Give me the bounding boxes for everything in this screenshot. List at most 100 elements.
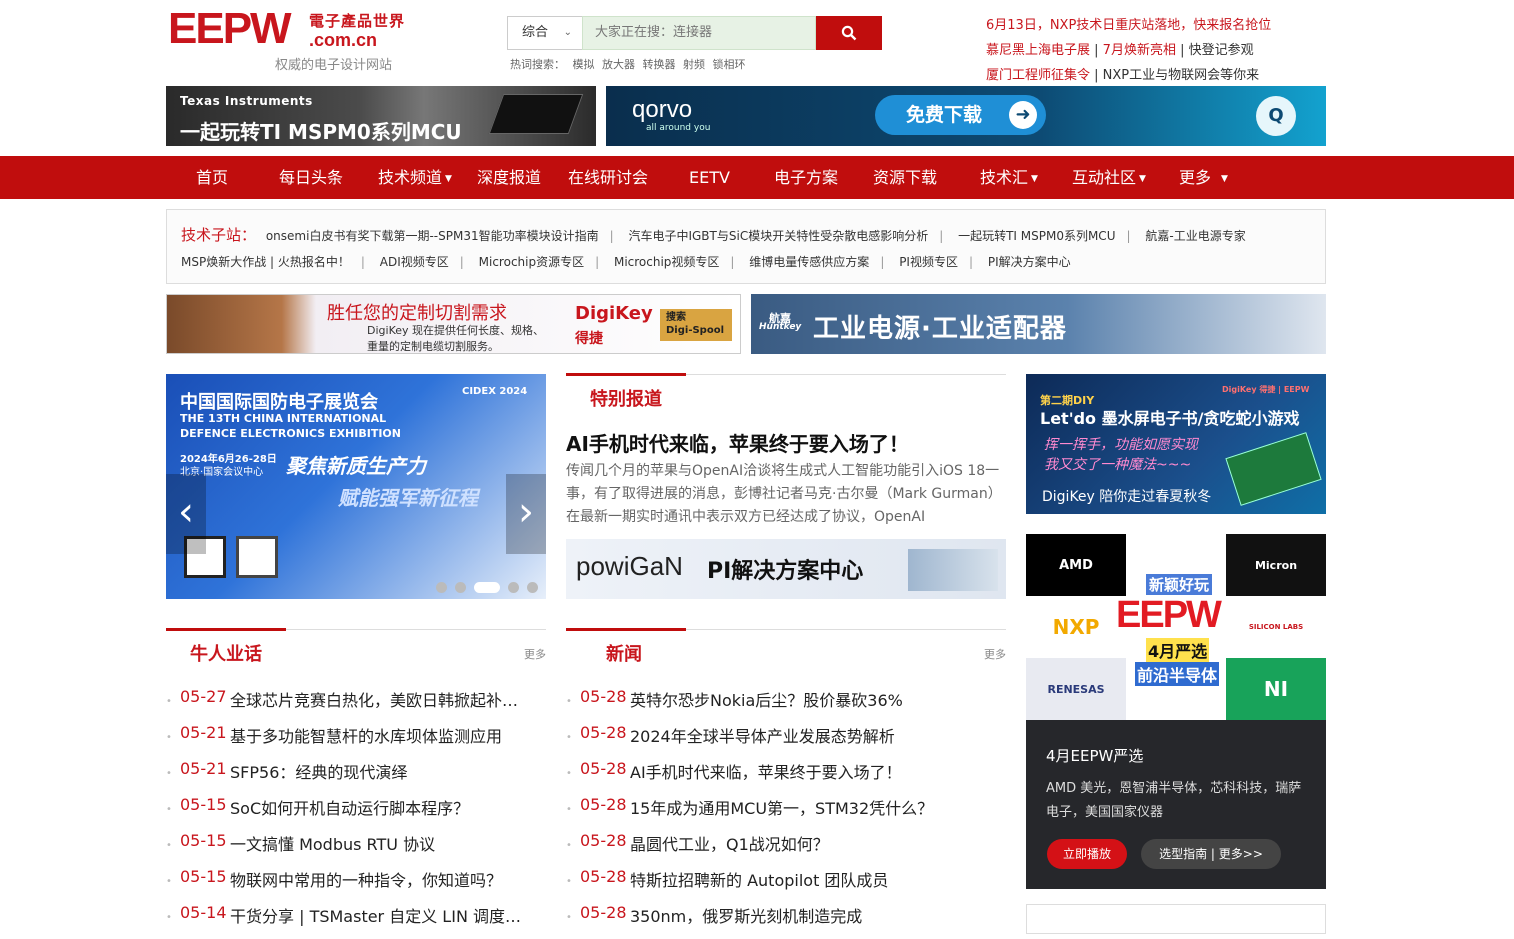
diy-line: 我又交了一种魔法~~~ [1044,457,1192,473]
nav-tech-channel[interactable]: 技术频道 ▼ [378,156,452,199]
list-item[interactable]: • 05-15 SoC如何开机自动运行脚本程序？ [166,795,546,831]
diy-corner: DigiKey 得捷 | EEPW [1222,385,1310,394]
digikey-brand: DigiKey [575,303,653,324]
list-item[interactable]: • 05-28 15年成为通用MCU第一，STM32凭什么？ [566,795,1006,831]
hero-carousel[interactable]: 中国国际国防电子展览会 THE 13TH CHINA INTERNATIONAL… [166,374,546,599]
carousel-slogan: 聚焦新质生产力 [286,454,426,478]
list-item[interactable]: • 05-28 2024年全球半导体产业发展态势解析 [566,723,1006,759]
powigan-ad-text: PI解决方案中心 [707,559,864,584]
huntkey-ad[interactable]: 航嘉 Huntkey 工业电源·工业适配器 [751,294,1326,354]
ti-mspm0-ad[interactable]: Texas Instruments 一起玩转TI MSPM0系列MCU [166,86,596,146]
video-guide-button[interactable]: 选型指南 | 更多>> [1141,839,1281,869]
nav-webinar[interactable]: 在线研讨会 [568,156,648,199]
header-news-link[interactable]: 6月13日，NXP技术日重庆站落地，快来报名抢位 [986,14,1271,33]
list-item[interactable]: • 05-21 SFP56：经典的现代演绎 [166,759,546,795]
carousel-dot[interactable] [527,582,538,593]
powigan-ad[interactable]: powiGaN PI解决方案中心 [566,539,1006,599]
tech-site-link[interactable]: PI解决方案中心 [988,255,1071,269]
hot-word[interactable]: 放大器 [602,58,635,71]
search-input[interactable]: 大家正在搜：连接器 [582,16,816,50]
tech-site-link[interactable]: MSP焕新大作战 | 火热报名中！ [181,255,350,269]
niuren-more-link[interactable]: 更多 [524,646,546,662]
nav-deep-report[interactable]: 深度报道 [477,156,541,199]
list-item[interactable]: • 05-14 干货分享 | TSMaster 自定义 LIN 调度表... [166,903,546,939]
carousel-dots [436,582,538,593]
list-item[interactable]: • 05-28 英特尔恐步Nokia后尘？股价暴砍36% [566,687,1006,723]
brand-tile-silabs: SILICON LABS [1226,596,1326,658]
digikey-cable-ad[interactable]: 胜任您的定制切割需求 DigiKey 现在提供任何长度、规格、 重量的定制电缆切… [166,294,741,354]
list-item[interactable]: • 05-21 基于多功能智慧杆的水库坝体监测应用 [166,723,546,759]
tech-site-link[interactable]: 航嘉-工业电源专家 [1145,229,1245,243]
powigan-brand: powiGaN [576,551,683,581]
logo-domain-text: .com.cn [309,30,378,50]
news-more-link[interactable]: 更多 [984,646,1006,662]
list-item[interactable]: • 05-28 AI手机时代来临，苹果终于要入场了！ [566,759,1006,795]
hot-words-label: 热词搜索： [510,58,565,71]
search-button[interactable] [816,16,882,50]
brand-tile-nxp: NXP [1026,596,1126,658]
section-title: 牛人业话 [190,644,262,665]
tech-site-link[interactable]: Microchip视频专区 [614,255,719,269]
hot-word[interactable]: 模拟 [573,58,595,71]
cidex-logo: CIDEX 2024 [462,386,528,397]
nav-solutions[interactable]: 电子方案 [774,156,838,199]
nav-more[interactable]: 更多 ▼ [1179,156,1228,199]
search-category-select[interactable]: 综合 ⌄ [507,16,582,50]
tech-site-link[interactable]: PI视频专区 [899,255,958,269]
video-overlay-text: 4月严选 [1146,638,1210,662]
nav-downloads[interactable]: 资源下载 [873,156,937,199]
carousel-dot[interactable] [436,582,447,593]
diy-line: 挥一挥手，功能如愿实现 [1044,437,1198,453]
carousel-title: 中国国际国防电子展览会 [180,392,378,413]
list-item[interactable]: • 05-15 物联网中常用的一种指令，你知道吗？ [166,867,546,903]
hot-word[interactable]: 转换器 [643,58,676,71]
list-item[interactable]: • 05-28 晶圆代工业，Q1战况如何？ [566,831,1006,867]
nav-home[interactable]: 首页 [196,156,228,199]
section-title: 新闻 [606,644,642,665]
list-item[interactable]: • 05-15 一文搞懂 Modbus RTU 协议 [166,831,546,867]
tech-sites-label: 技术子站： [181,226,257,244]
hot-word[interactable]: 射频 [683,58,705,71]
carousel-next-button[interactable]: › [506,474,546,554]
tech-site-link[interactable]: 汽车电子中IGBT与SiC模块开关特性受杂散电感影响分析 [628,229,928,243]
carousel-dot[interactable] [455,582,466,593]
nav-community[interactable]: 互动社区 ▼ [1072,156,1146,199]
list-item[interactable]: • 05-28 特斯拉招聘新的 Autopilot 团队成员 [566,867,1006,903]
digikey-diy-ad[interactable]: DigiKey 得捷 | EEPW 第二期DIY Let'do 墨水屏电子书/贪… [1026,374,1326,514]
brand-tile-micron: Micron [1226,534,1326,596]
ti-brand: Texas Instruments [180,94,313,108]
tech-site-link[interactable]: onsemi白皮书有奖下载第一期--SPM31智能功率模块设计指南 [266,229,599,243]
header-news-link[interactable]: 慕尼黑上海电子展 | 7月焕新亮相 | 快登记参观 [986,39,1254,58]
nav-eetv[interactable]: EETV [689,156,730,199]
nav-daily-headlines[interactable]: 每日头条 [279,156,343,199]
eepw-logo[interactable]: EEPW [168,7,303,51]
digikey-body: 重量的定制电缆切割服务。 [367,340,499,353]
carousel-title-en: THE 13TH CHINA INTERNATIONAL [180,412,387,425]
hot-words: 热词搜索： 模拟 放大器 转换器 射频 锁相环 [510,56,750,72]
tech-site-link[interactable]: Microchip资源专区 [479,255,584,269]
qorvo-ad[interactable]: qorvo all around you 免费下载 ➜ Q [606,86,1326,146]
list-item[interactable]: • 05-28 350nm，俄罗斯光刻机制造完成 [566,903,1006,939]
list-item[interactable]: • 05-27 全球芯片竞赛白热化，美欧日韩掀起补贴... [166,687,546,723]
hot-word[interactable]: 锁相环 [713,58,746,71]
carousel-slogan: 赋能强军新征程 [338,486,478,510]
tech-site-link[interactable]: ADI视频专区 [380,255,449,269]
carousel-dot[interactable] [508,582,519,593]
eepw-select-video[interactable]: AMD Micron NXP SILICON LABS RENESAS NI 新… [1026,534,1326,889]
tech-site-link[interactable]: 维博电量传感供应方案 [749,255,869,269]
carousel-title-en: DEFENCE ELECTRONICS EXHIBITION [180,427,401,440]
qorvo-brand: qorvo [632,96,693,123]
brand-tile-ni: NI [1226,658,1326,720]
site-slogan: 权威的电子设计网站 [275,58,393,73]
header-news-link[interactable]: 厦门工程师征集令 | NXP工业与物联网会等你来 [986,64,1259,83]
nav-tech-hub[interactable]: 技术汇 ▼ [980,156,1038,199]
video-description: AMD 美光，恩智浦半导体，芯科科技，瑞萨电子，美国国家仪器 [1046,781,1302,820]
digikey-search-button[interactable]: 搜索 Digi-Spool [660,309,732,341]
tech-site-link[interactable]: 一起玩转TI MSPM0系列MCU [958,229,1115,243]
video-play-button[interactable]: 立即播放 [1047,839,1127,869]
carousel-prev-button[interactable]: ‹ [166,474,206,554]
carousel-dot-active[interactable] [474,582,500,593]
qr-code [236,536,278,578]
special-report-title[interactable]: AI手机时代来临，苹果终于要入场了！ [566,428,909,457]
video-title: 4月EEPW严选 [1046,747,1144,765]
